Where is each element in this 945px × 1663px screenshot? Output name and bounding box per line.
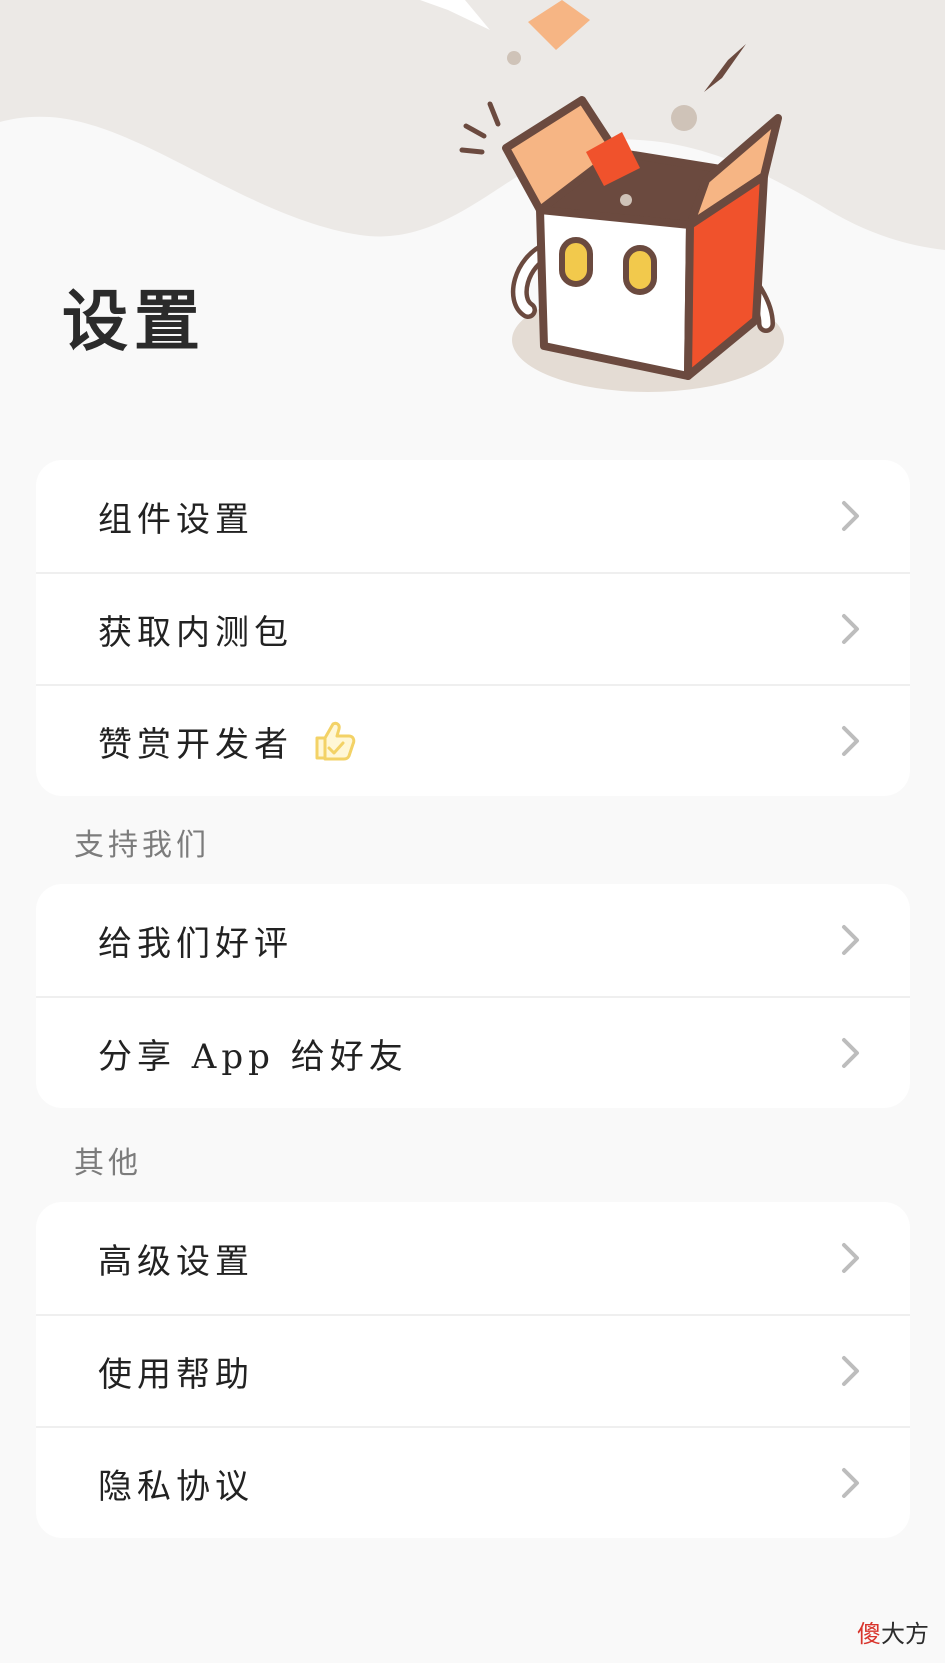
section-label-other: 其他	[74, 1146, 142, 1181]
settings-card-other: 高级设置 使用帮助 隐私协议	[36, 1202, 910, 1538]
section-label-support: 支持我们	[74, 828, 210, 863]
menu-item-label: 组件设置	[98, 499, 254, 540]
chevron-right-icon	[842, 925, 859, 955]
menu-item-rate-app[interactable]: 给我们好评	[36, 884, 910, 996]
thumbs-up-icon	[315, 721, 356, 761]
menu-item-advanced-settings[interactable]: 高级设置	[36, 1202, 910, 1314]
menu-item-label: 赞赏开发者	[98, 724, 293, 765]
box-mascot-illustration	[420, 0, 784, 392]
chevron-right-icon	[842, 614, 859, 644]
menu-item-help[interactable]: 使用帮助	[36, 1314, 910, 1426]
menu-item-label: 隐私协议	[98, 1466, 254, 1507]
settings-card-support: 给我们好评 分享 App 给好友	[36, 884, 910, 1108]
menu-item-widget-settings[interactable]: 组件设置	[36, 460, 910, 572]
chevron-right-icon	[842, 1243, 859, 1273]
chevron-right-icon	[842, 1468, 859, 1498]
menu-item-share-app[interactable]: 分享 App 给好友	[36, 996, 910, 1108]
menu-item-get-beta[interactable]: 获取内测包	[36, 572, 910, 684]
chevron-right-icon	[842, 1356, 859, 1386]
menu-item-label: 使用帮助	[98, 1354, 254, 1395]
menu-item-label: 高级设置	[98, 1241, 254, 1282]
watermark: 傻大方	[857, 1614, 929, 1649]
settings-card-general: 组件设置 获取内测包 赞赏开发者	[36, 460, 910, 796]
menu-item-label: 给我们好评	[98, 923, 293, 964]
watermark-part2: 大方	[881, 1620, 929, 1648]
menu-item-tip-developer[interactable]: 赞赏开发者	[36, 684, 910, 796]
page-title: 设置	[62, 282, 206, 360]
menu-item-label: 分享 App 给好友	[98, 1036, 408, 1077]
watermark-part1: 傻	[857, 1620, 881, 1648]
chevron-right-icon	[842, 501, 859, 531]
chevron-right-icon	[842, 726, 859, 756]
menu-item-label: 获取内测包	[98, 612, 293, 653]
menu-item-privacy-policy[interactable]: 隐私协议	[36, 1426, 910, 1538]
chevron-right-icon	[842, 1038, 859, 1068]
settings-screen: 设置 组件设置 获取内测包 赞赏开发者 支持我们 给我们好评 分享 App 给好…	[0, 0, 945, 1663]
